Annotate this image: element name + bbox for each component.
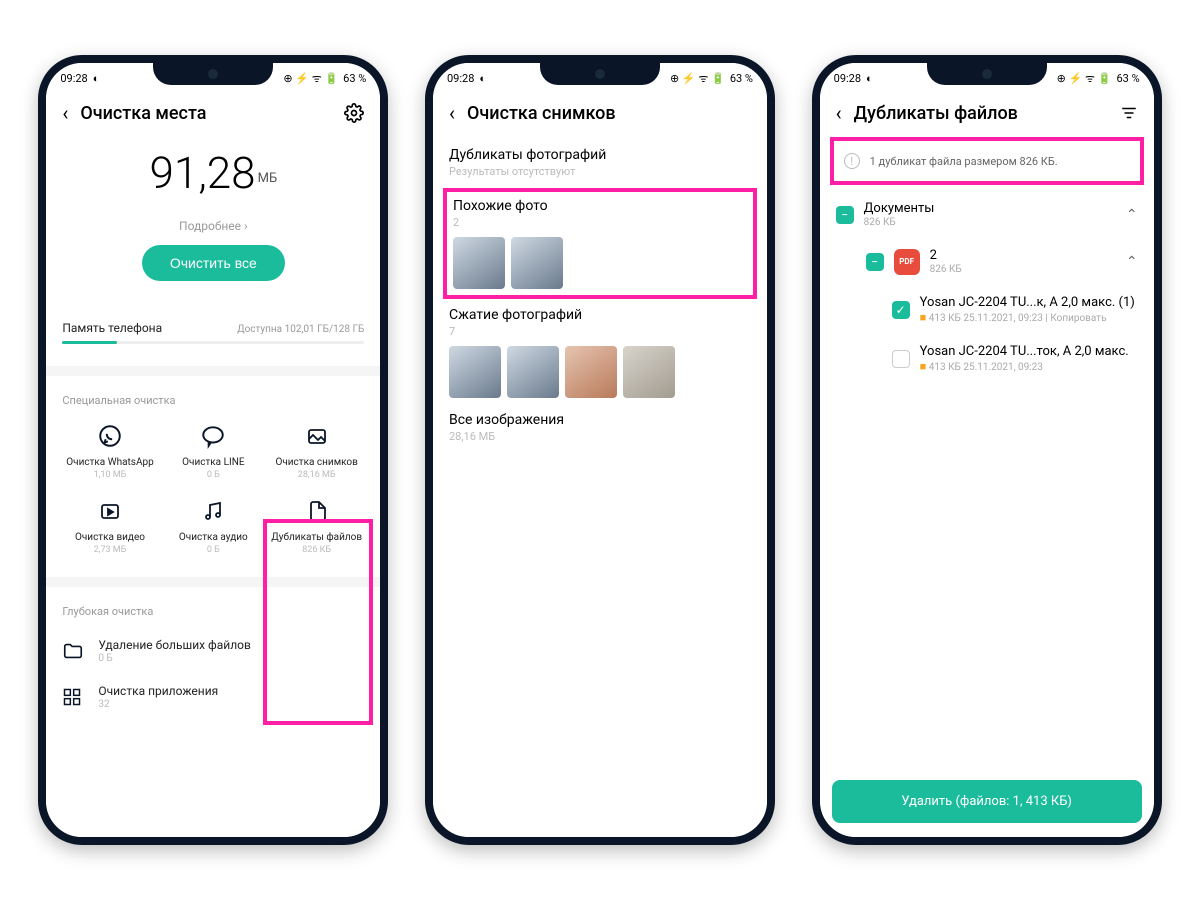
photo-thumbnail[interactable] [565, 346, 617, 398]
apps-icon [62, 687, 84, 707]
clean-whatsapp[interactable]: Очистка WhatsApp1,10 МБ [62, 421, 157, 480]
available-storage: Доступна 102,01 ГБ/128 ГБ [237, 324, 364, 335]
folder-dot-icon: ■ [920, 311, 927, 324]
phone-duplicate-files: 09:28 ◐ ⊕ ⚡ ᯤ 🔋 63 % ‹ Дубликаты файлов … [812, 55, 1162, 845]
pdf-icon: PDF [894, 249, 920, 275]
photo-thumbnail[interactable] [511, 237, 563, 289]
back-icon[interactable]: ‹ [836, 101, 842, 125]
settings-icon[interactable] [344, 103, 364, 123]
highlight-annotation: ! 1 дубликат файла размером 826 КБ. [830, 137, 1144, 185]
checkbox-unchecked[interactable] [892, 350, 910, 368]
photo-thumbnail[interactable] [623, 346, 675, 398]
filter-icon[interactable] [1120, 104, 1138, 122]
info-text: 1 дубликат файла размером 826 КБ. [870, 155, 1058, 168]
phone-memory-label: Память телефона [62, 321, 162, 335]
similar-photos-count: 2 [453, 216, 747, 229]
folder-dot-icon: ■ [920, 360, 927, 373]
photo-thumbnail[interactable] [507, 346, 559, 398]
all-images-label[interactable]: Все изображения [449, 412, 751, 428]
back-icon[interactable]: ‹ [449, 101, 455, 125]
photo-thumbnail[interactable] [449, 346, 501, 398]
checkbox-checked[interactable]: ✓ [892, 301, 910, 319]
duplicate-files[interactable]: Дубликаты файлов826 КБ [269, 496, 364, 555]
page-title: Очистка снимков [467, 103, 751, 124]
duplicates-photos-label: Дубликаты фотографий [449, 147, 751, 163]
all-images-size: 28,16 МБ [449, 430, 751, 443]
folder-icon [62, 640, 84, 662]
category-documents[interactable]: − Документы 826 КБ ⌃ [836, 191, 1138, 238]
clean-video[interactable]: Очистка видео2,73 МБ [62, 496, 157, 555]
compress-photos-count: 7 [449, 325, 751, 338]
status-bar: 09:28 ◐ ⊕ ⚡ ᯤ 🔋 63 % [820, 63, 1154, 93]
duplicates-photos-sub: Результаты отсутствуют [449, 165, 751, 178]
highlight-annotation: Похожие фото 2 [443, 188, 757, 299]
delete-button[interactable]: Удалить (файлов: 1, 413 КБ) [832, 780, 1142, 823]
file-item[interactable]: ✓ Yosan JC-2204 TU...к, А 2,0 макс. (1) … [836, 285, 1138, 334]
whatsapp-icon [95, 421, 125, 451]
info-icon: ! [844, 153, 860, 169]
status-bar: 09:28 ◐ ⊕ ⚡ ᯤ 🔋 63 % [46, 63, 380, 93]
chevron-up-icon[interactable]: ⌃ [1126, 207, 1138, 223]
phone-photo-cleanup: 09:28 ◐ ⊕ ⚡ ᯤ 🔋 63 % ‹ Очистка снимков Д… [425, 55, 775, 845]
file-item[interactable]: Yosan JC-2204 TU...ток, А 2,0 макс. ■ 41… [836, 334, 1138, 383]
pdf-group[interactable]: − PDF 2 826 КБ ⌃ [836, 238, 1138, 285]
status-time: 09:28 [60, 72, 87, 85]
status-icons: ⊕ ⚡ ᯤ 🔋 63 % [283, 71, 366, 86]
file-copy-icon [302, 496, 332, 526]
clean-line[interactable]: Очистка LINE0 Б [166, 421, 261, 480]
do-not-disturb-icon: ◐ [93, 72, 100, 85]
storage-amount: 91,28МБ [62, 147, 364, 199]
chevron-up-icon[interactable]: ⌃ [1126, 254, 1138, 270]
checkbox-partial[interactable]: − [866, 253, 884, 271]
checkbox-partial[interactable]: − [836, 206, 854, 224]
delete-large-files[interactable]: Удаление больших файлов0 Б [62, 638, 364, 664]
music-icon [198, 496, 228, 526]
clean-audio[interactable]: Очистка аудио0 Б [166, 496, 261, 555]
more-details-link[interactable]: Подробнее › [62, 219, 364, 233]
line-icon [198, 421, 228, 451]
back-icon[interactable]: ‹ [62, 101, 68, 125]
clean-photos[interactable]: Очистка снимков28,16 МБ [269, 421, 364, 480]
app-cleanup[interactable]: Очистка приложения32 [62, 684, 364, 710]
page-title: Очистка места [80, 103, 332, 124]
storage-progress-bar [62, 341, 364, 344]
image-icon [302, 421, 332, 451]
special-cleanup-label: Специальная очистка [62, 394, 364, 407]
page-title: Дубликаты файлов [854, 103, 1108, 124]
status-bar: 09:28 ◐ ⊕ ⚡ ᯤ 🔋 63 % [433, 63, 767, 93]
clean-all-button[interactable]: Очистить все [142, 245, 285, 281]
compress-photos-label[interactable]: Сжатие фотографий [449, 307, 751, 323]
video-icon [95, 496, 125, 526]
deep-cleanup-label: Глубокая очистка [62, 605, 364, 618]
photo-thumbnail[interactable] [453, 237, 505, 289]
similar-photos-label[interactable]: Похожие фото [453, 198, 747, 214]
phone-storage-cleanup: 09:28 ◐ ⊕ ⚡ ᯤ 🔋 63 % ‹ Очистка места 91,… [38, 55, 388, 845]
